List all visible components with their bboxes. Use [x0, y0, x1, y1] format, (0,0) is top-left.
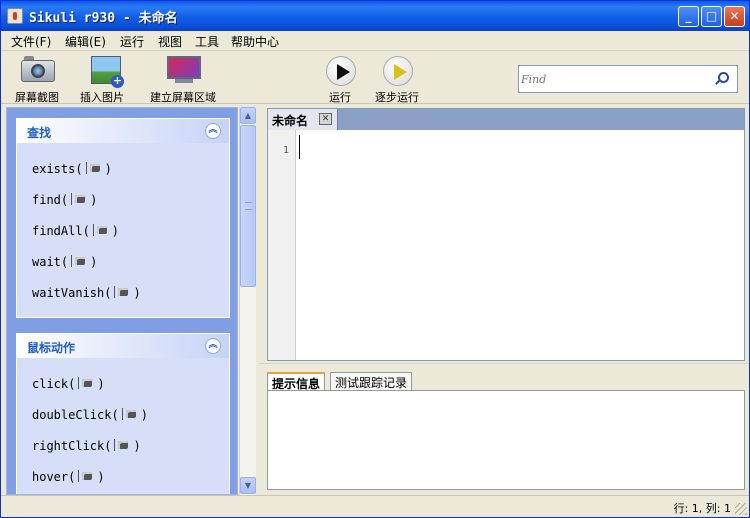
command-label: find(: [32, 193, 69, 207]
menu-run[interactable]: 运行: [120, 33, 144, 50]
menu-bar: 文件(F) 编辑(E) 运行 视图 工具 帮助中心: [1, 31, 749, 51]
create-region-button[interactable]: 建立屏幕区域: [147, 54, 221, 104]
capture-mini-icon: [85, 162, 102, 174]
command-find[interactable]: find(): [32, 193, 97, 207]
command-hover[interactable]: hover(): [32, 470, 105, 484]
status-bar: 行: 1, 列: 1: [1, 495, 749, 517]
editor-area: 未命名 ✕ 1: [267, 108, 745, 361]
insert-picture-icon: [91, 56, 124, 88]
close-paren: ): [97, 377, 105, 391]
command-doubleclick[interactable]: doubleClick(): [32, 408, 148, 422]
scroll-up-button[interactable]: ▲: [240, 107, 256, 124]
capture-mini-icon: [121, 408, 138, 420]
menu-file[interactable]: 文件(F): [11, 33, 51, 50]
capture-mini-icon: [78, 470, 94, 482]
collapse-icon[interactable]: ︽: [205, 338, 221, 354]
command-label: click(: [32, 377, 76, 391]
capture-mini-icon: [114, 286, 130, 298]
search-input[interactable]: [521, 70, 711, 88]
menu-tools[interactable]: 工具: [195, 33, 219, 50]
capture-button[interactable]: 屏幕截图: [11, 54, 67, 104]
grip-icon: [245, 202, 252, 210]
run-play-icon: [326, 56, 356, 86]
insert-image-label: 插入图片: [80, 91, 124, 104]
command-label: hover(: [32, 470, 76, 484]
mouse-group-title: 鼠标动作: [27, 341, 76, 355]
scroll-thumb[interactable]: [240, 125, 256, 287]
command-click[interactable]: click(): [32, 377, 105, 391]
capture-mini-icon: [71, 255, 87, 267]
app-window: Sikuli r930 - 未命名 _ □ ✕ 文件(F) 编辑(E) 运行 视…: [0, 0, 750, 518]
command-rightclick[interactable]: rightClick(): [32, 439, 141, 453]
command-findall[interactable]: findAll(): [32, 224, 119, 238]
capture-mini-icon: [92, 224, 109, 236]
minimize-button[interactable]: _: [678, 6, 699, 27]
camera-icon: [18, 54, 58, 84]
line-gutter: 1: [268, 130, 296, 360]
resize-grip-icon[interactable]: [735, 503, 747, 515]
command-label: wait(: [32, 255, 69, 269]
capture-label: 屏幕截图: [15, 91, 59, 104]
collapse-icon[interactable]: ︽: [205, 123, 221, 139]
find-group: 查找 ︽ exists() find() findAll() wait() wa…: [16, 118, 230, 318]
find-group-header[interactable]: 查找 ︽: [17, 119, 229, 143]
mouse-group: 鼠标动作 ︽ click() doubleClick() rightClick(…: [16, 333, 230, 494]
close-paren: ): [140, 408, 148, 422]
title-bar[interactable]: Sikuli r930 - 未命名 _ □ ✕: [1, 1, 749, 31]
command-exists[interactable]: exists(): [32, 162, 112, 176]
command-label: findAll(: [32, 224, 90, 238]
command-label: waitVanish(: [32, 286, 112, 300]
close-paren: ): [90, 255, 98, 269]
command-label: doubleClick(: [32, 408, 119, 422]
command-waitvanish[interactable]: waitVanish(): [32, 286, 141, 300]
menu-view[interactable]: 视图: [158, 33, 182, 50]
run-label: 运行: [329, 91, 351, 104]
editor-tab-label: 未命名: [272, 114, 309, 128]
tab-messages[interactable]: 提示信息: [267, 372, 326, 392]
command-label: rightClick(: [32, 439, 112, 453]
step-run-label: 逐步运行: [375, 91, 419, 104]
window-title: Sikuli r930 - 未命名: [29, 11, 178, 26]
line-number: 1: [282, 145, 289, 156]
cursor-position: 行: 1, 列: 1: [673, 502, 731, 515]
menu-help[interactable]: 帮助中心: [231, 33, 279, 50]
tab-trace-log[interactable]: 测试跟踪记录: [330, 372, 413, 391]
editor-tabstrip: 未命名 ✕: [268, 109, 744, 130]
splitter[interactable]: [259, 363, 749, 367]
panel-scrollbar[interactable]: ▲ ▼: [239, 107, 256, 495]
scroll-down-button[interactable]: ▼: [240, 477, 256, 494]
command-label: exists(: [32, 162, 83, 176]
close-paren: ): [133, 439, 141, 453]
run-button[interactable]: 运行: [321, 54, 361, 104]
maximize-button[interactable]: □: [701, 6, 722, 27]
close-paren: ): [133, 286, 141, 300]
output-pane[interactable]: [267, 390, 745, 490]
close-paren: ): [104, 162, 112, 176]
find-group-title: 查找: [27, 126, 52, 140]
close-paren: ): [90, 193, 98, 207]
command-panel: 查找 ︽ exists() find() findAll() wait() wa…: [6, 107, 238, 495]
capture-mini-icon: [78, 377, 94, 389]
insert-image-button[interactable]: 插入图片: [77, 54, 129, 104]
create-region-label: 建立屏幕区域: [150, 91, 216, 104]
capture-mini-icon: [71, 193, 87, 205]
mouse-group-header[interactable]: 鼠标动作 ︽: [17, 334, 229, 358]
close-button[interactable]: ✕: [724, 6, 745, 27]
close-paren: ): [97, 470, 105, 484]
capture-mini-icon: [114, 439, 130, 451]
editor-tab[interactable]: 未命名 ✕: [268, 109, 338, 130]
code-editor[interactable]: [297, 130, 743, 360]
menu-edit[interactable]: 编辑(E): [65, 33, 106, 50]
search-box[interactable]: [518, 65, 738, 93]
text-caret: [299, 135, 300, 159]
step-run-button[interactable]: 逐步运行: [373, 54, 423, 104]
step-run-icon: [383, 56, 413, 86]
screen-region-icon: [167, 56, 201, 84]
close-paren: ): [111, 224, 120, 238]
command-wait[interactable]: wait(): [32, 255, 97, 269]
close-tab-icon[interactable]: ✕: [319, 113, 332, 125]
search-icon[interactable]: [718, 72, 729, 83]
java-app-icon: [7, 8, 23, 24]
